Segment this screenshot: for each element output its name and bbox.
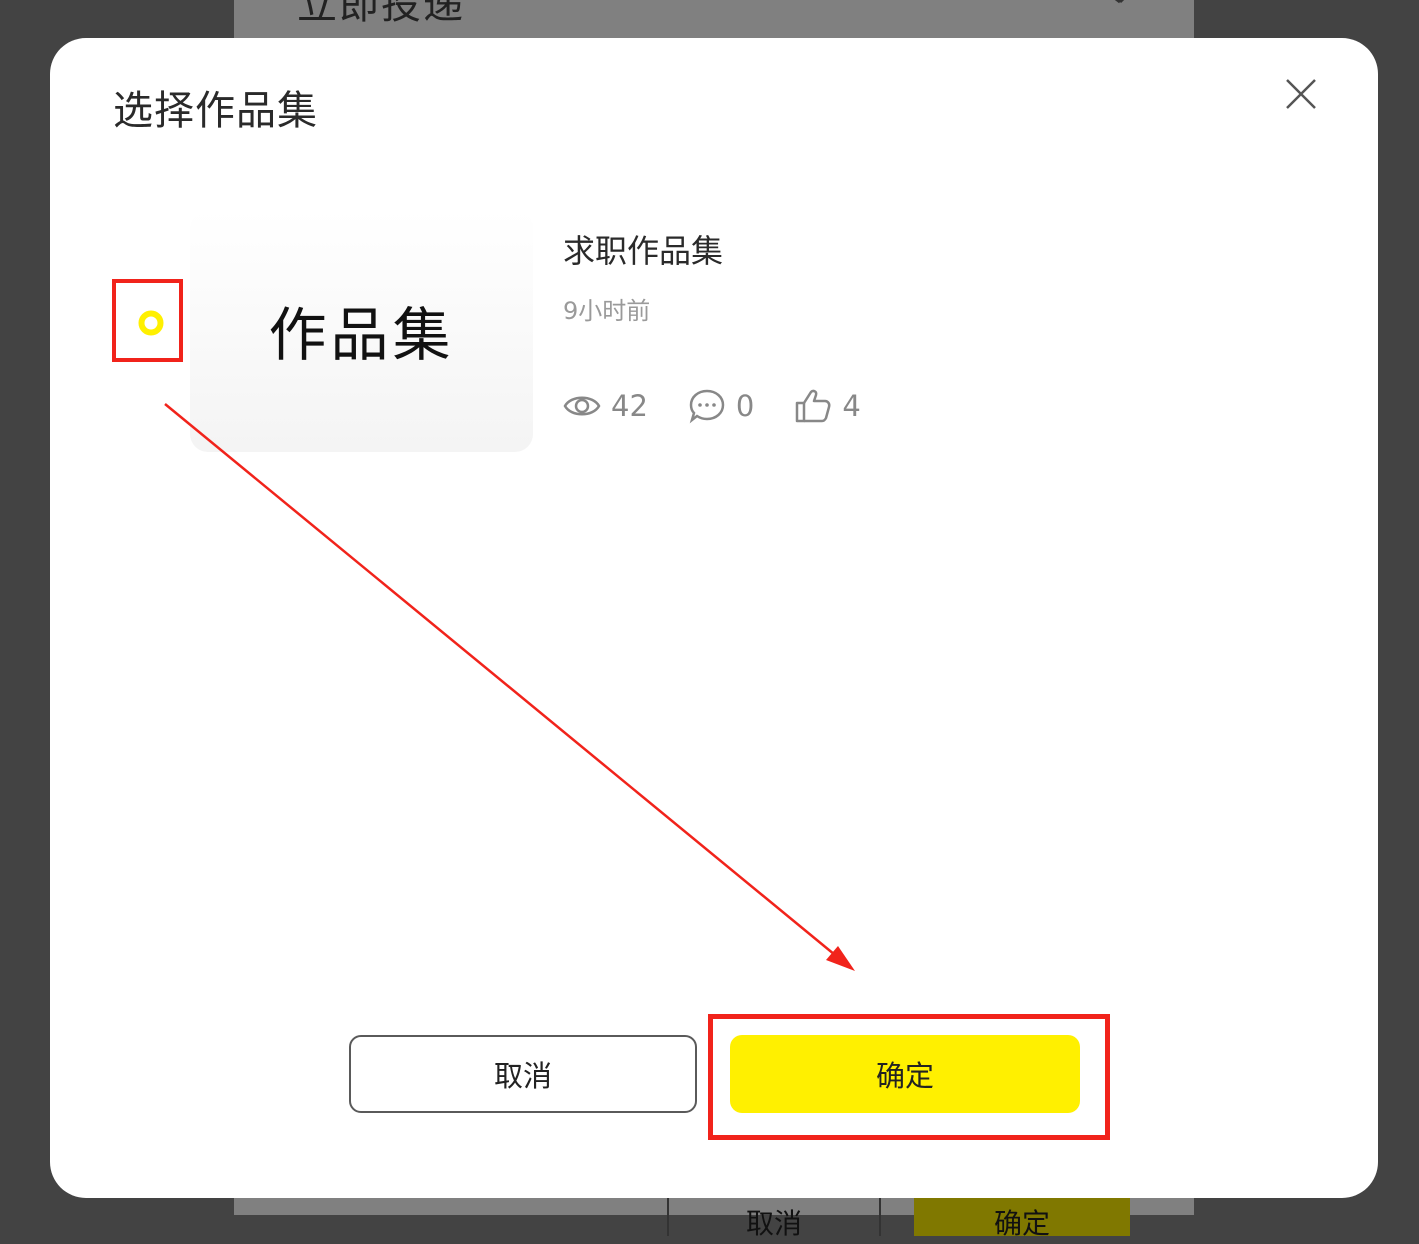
confirm-button[interactable]: 确定 (730, 1035, 1080, 1113)
likes-count: 4 (842, 389, 861, 423)
thumbnail-text: 作品集 (268, 301, 455, 369)
comments-count: 0 (735, 389, 755, 423)
modal-title: 选择作品集 (113, 88, 318, 134)
portfolio-thumbnail[interactable]: 作品集 (190, 210, 533, 452)
eye-icon (563, 396, 601, 416)
portfolio-name: 求职作品集 (563, 232, 724, 270)
background-title: 立即投递 (297, 0, 465, 28)
portfolio-time: 9小时前 (563, 297, 651, 325)
close-icon[interactable] (1283, 76, 1319, 112)
views-count: 42 (611, 389, 648, 423)
select-portfolio-modal: 选择作品集 作品集 求职作品集 9小时前 42 0 4 取消 确定 (50, 38, 1378, 1198)
thumbs-up-icon (796, 389, 831, 423)
likes-stat: 4 (794, 388, 861, 424)
views-stat: 42 (563, 389, 648, 423)
portfolio-stats: 42 0 4 (563, 386, 901, 426)
comment-icon (689, 389, 725, 424)
background-cancel-button: 取消 (667, 1196, 881, 1240)
cancel-button[interactable]: 取消 (349, 1035, 697, 1113)
comments-stat: 0 (688, 388, 754, 424)
radio-selected-icon[interactable] (137, 309, 165, 337)
background-confirm-button: 确定 (914, 1196, 1130, 1240)
background-close-icon (1114, 0, 1125, 4)
